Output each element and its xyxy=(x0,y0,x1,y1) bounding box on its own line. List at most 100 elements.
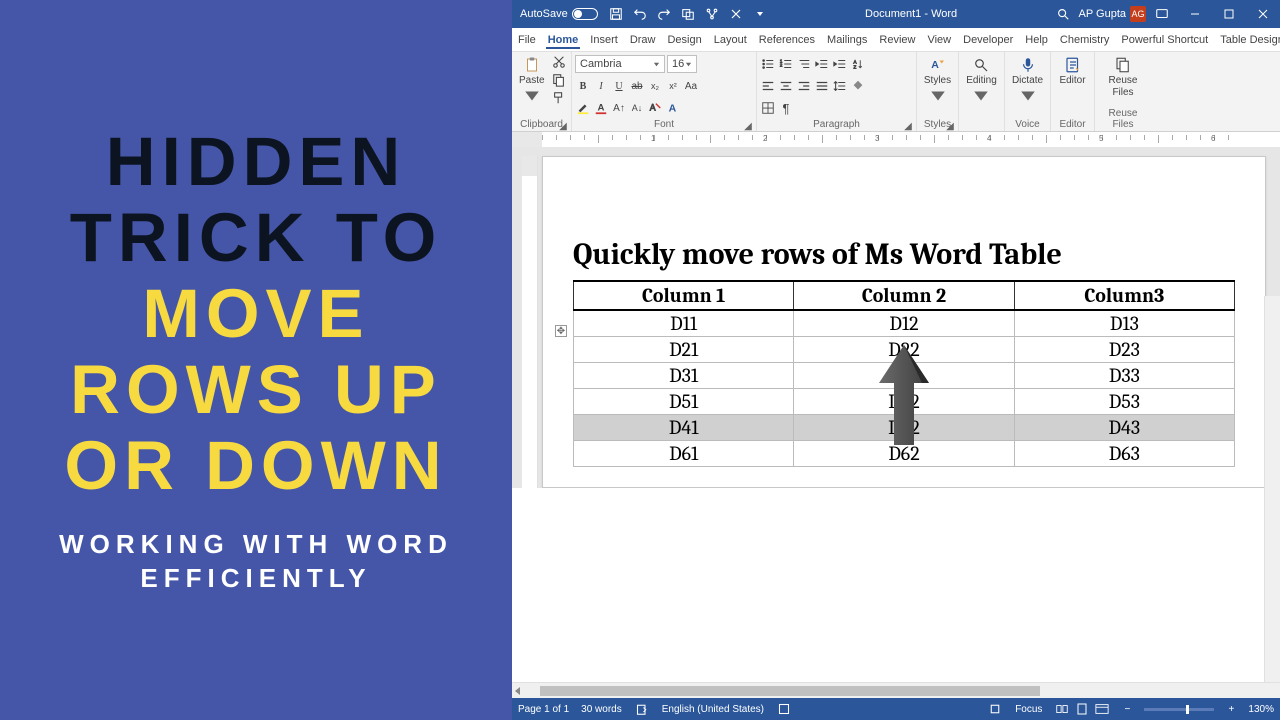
close-button[interactable] xyxy=(1246,0,1280,28)
minimize-button[interactable] xyxy=(1178,0,1212,28)
multilevel-button[interactable] xyxy=(796,56,812,72)
font-size-select[interactable]: 16 xyxy=(667,55,697,73)
table-cell[interactable]: D12 xyxy=(794,310,1014,336)
tab-table-design[interactable]: Table Design xyxy=(1214,28,1280,51)
cut-icon[interactable] xyxy=(551,54,567,70)
tab-design[interactable]: Design xyxy=(661,28,707,51)
focus-mode-button[interactable] xyxy=(987,701,1003,717)
highlight-button[interactable] xyxy=(575,100,591,116)
accessibility-icon[interactable] xyxy=(776,701,792,717)
font-name-select[interactable]: Cambria xyxy=(575,55,665,73)
paragraph-launcher-icon[interactable]: ◢ xyxy=(903,121,913,131)
undo-icon[interactable] xyxy=(632,6,648,22)
reuse-files-button[interactable]: Reuse Files xyxy=(1105,54,1142,100)
qat-icon-4[interactable] xyxy=(680,6,696,22)
tab-help[interactable]: Help xyxy=(1019,28,1054,51)
grow-font-button[interactable]: A↑ xyxy=(611,100,627,116)
table-move-handle-icon[interactable]: ✥ xyxy=(555,325,567,337)
table-cell[interactable]: D53 xyxy=(1014,388,1234,414)
table-cell[interactable]: D41 xyxy=(574,414,794,440)
sort-button[interactable]: AZ xyxy=(850,56,866,72)
dictate-button[interactable]: Dictate xyxy=(1008,54,1047,107)
maximize-button[interactable] xyxy=(1212,0,1246,28)
tab-home[interactable]: Home xyxy=(542,28,585,51)
zoom-out-button[interactable]: − xyxy=(1122,701,1132,717)
table-row[interactable]: D11D12D13 xyxy=(574,310,1235,336)
editing-button[interactable]: Editing xyxy=(962,54,1001,107)
zoom-in-button[interactable]: + xyxy=(1226,701,1236,717)
italic-button[interactable]: I xyxy=(593,78,609,94)
qat-icon-5[interactable] xyxy=(704,6,720,22)
tab-mailings[interactable]: Mailings xyxy=(821,28,873,51)
justify-button[interactable] xyxy=(814,78,830,94)
table-cell[interactable]: D61 xyxy=(574,440,794,466)
clear-format-button[interactable]: A xyxy=(647,100,663,116)
table-cell[interactable]: D43 xyxy=(1014,414,1234,440)
underline-button[interactable]: U xyxy=(611,78,627,94)
vertical-scrollbar[interactable] xyxy=(1264,296,1280,682)
search-icon[interactable] xyxy=(1055,6,1071,22)
web-layout-icon[interactable] xyxy=(1094,701,1110,717)
tab-review[interactable]: Review xyxy=(873,28,921,51)
autosave-toggle[interactable] xyxy=(572,8,598,20)
superscript-button[interactable]: x² xyxy=(665,78,681,94)
table-cell[interactable]: D23 xyxy=(1014,336,1234,362)
redo-icon[interactable] xyxy=(656,6,672,22)
qat-close-icon[interactable] xyxy=(728,6,744,22)
strikethrough-button[interactable]: ab xyxy=(629,78,645,94)
increase-indent-button[interactable] xyxy=(832,56,848,72)
table-cell[interactable]: D21 xyxy=(574,336,794,362)
tab-file[interactable]: File xyxy=(512,28,542,51)
zoom-slider[interactable] xyxy=(1144,708,1214,711)
status-page[interactable]: Page 1 of 1 xyxy=(518,704,569,715)
shrink-font-button[interactable]: A↓ xyxy=(629,100,645,116)
save-icon[interactable] xyxy=(608,6,624,22)
table-cell[interactable]: D33 xyxy=(1014,362,1234,388)
styles-launcher-icon[interactable]: ◢ xyxy=(945,121,955,131)
tab-insert[interactable]: Insert xyxy=(584,28,624,51)
table-cell[interactable]: D11 xyxy=(574,310,794,336)
status-language[interactable]: English (United States) xyxy=(662,704,764,715)
table-header-1[interactable]: Column 2 xyxy=(794,281,1014,310)
shading-button[interactable] xyxy=(850,78,866,94)
tab-chemistry[interactable]: Chemistry xyxy=(1054,28,1116,51)
document-heading[interactable]: Quickly move rows of Ms Word Table xyxy=(573,237,1235,272)
copy-icon[interactable] xyxy=(551,72,567,88)
editor-button[interactable]: Editor xyxy=(1055,54,1089,88)
format-painter-icon[interactable] xyxy=(551,90,567,106)
tab-powerful-shortcut[interactable]: Powerful Shortcut xyxy=(1115,28,1214,51)
line-spacing-button[interactable] xyxy=(832,78,848,94)
print-layout-icon[interactable] xyxy=(1074,701,1090,717)
clipboard-launcher-icon[interactable]: ◢ xyxy=(558,121,568,131)
text-effects-button[interactable]: A xyxy=(665,100,681,116)
table-header-2[interactable]: Column3 xyxy=(1014,281,1234,310)
align-center-button[interactable] xyxy=(778,78,794,94)
tab-draw[interactable]: Draw xyxy=(624,28,662,51)
font-color-button[interactable]: A xyxy=(593,100,609,116)
paste-button[interactable]: Paste xyxy=(515,54,549,107)
spellcheck-icon[interactable] xyxy=(634,701,650,717)
table-cell[interactable]: D63 xyxy=(1014,440,1234,466)
align-left-button[interactable] xyxy=(760,78,776,94)
qat-dropdown-icon[interactable] xyxy=(752,6,768,22)
status-focus[interactable]: Focus xyxy=(1015,704,1042,715)
ribbon-display-icon[interactable] xyxy=(1154,6,1170,22)
tab-references[interactable]: References xyxy=(753,28,821,51)
subscript-button[interactable]: x₂ xyxy=(647,78,663,94)
zoom-level[interactable]: 130% xyxy=(1248,704,1274,715)
user-account[interactable]: AP Gupta AG xyxy=(1079,6,1147,22)
tab-layout[interactable]: Layout xyxy=(708,28,753,51)
vertical-ruler[interactable] xyxy=(522,156,538,488)
table-cell[interactable]: D31 xyxy=(574,362,794,388)
numbering-button[interactable]: 12 xyxy=(778,56,794,72)
font-launcher-icon[interactable]: ◢ xyxy=(743,121,753,131)
document-page[interactable]: Quickly move rows of Ms Word Table ✥ Col… xyxy=(542,156,1266,488)
bold-button[interactable]: B xyxy=(575,78,591,94)
table-cell[interactable]: D51 xyxy=(574,388,794,414)
read-mode-icon[interactable] xyxy=(1054,701,1070,717)
decrease-indent-button[interactable] xyxy=(814,56,830,72)
bullets-button[interactable] xyxy=(760,56,776,72)
table-cell[interactable]: D13 xyxy=(1014,310,1234,336)
horizontal-scrollbar[interactable] xyxy=(512,682,1280,698)
status-words[interactable]: 30 words xyxy=(581,704,622,715)
